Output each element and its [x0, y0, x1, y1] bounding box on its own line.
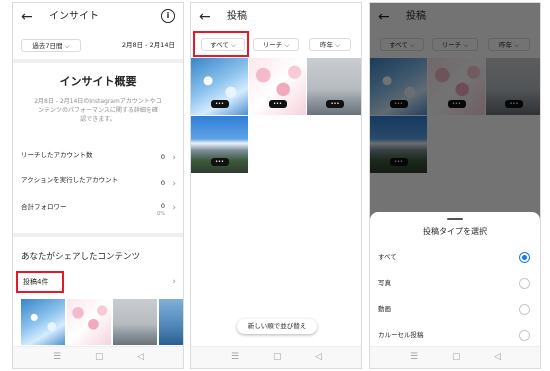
nav-menu-icon[interactable]: ☰ [231, 351, 239, 363]
header: ← 投稿 [191, 3, 361, 33]
nav-home-icon[interactable]: ▢ [95, 351, 104, 363]
radio-icon[interactable] [519, 304, 530, 315]
nav-back-icon[interactable]: ◁ [494, 351, 501, 363]
chevron-right-icon: › [172, 179, 176, 189]
period-label: 過去7日間 [32, 42, 63, 50]
posts-screen: ← 投稿 すべて ⌵ リーチ ⌵ 昨年 ⌵ ••• ••• ••• ••• 新し… [190, 2, 362, 369]
chevron-down-icon: ⌵ [284, 41, 290, 49]
option-label: 写真 [378, 279, 391, 287]
date-range: 2月8日 - 2月14日 [121, 41, 175, 49]
metric-label: アクションを実行したアカウント [21, 176, 119, 184]
nav-menu-icon[interactable]: ☰ [53, 351, 61, 363]
post-badge: ••• [210, 100, 229, 108]
system-nav-bar: ☰ ▢ ◁ [370, 346, 540, 368]
post-thumbnail[interactable] [159, 299, 183, 345]
overview-desc-line: 2月8日 - 2月14日のInstagramアカウントやコ [34, 98, 162, 105]
filter-reach-button[interactable]: リーチ ⌵ [253, 38, 299, 51]
metric-value: 0 [160, 153, 165, 161]
insights-screen: ← インサイト i 過去7日間 ⌵ 2月8日 - 2月14日 インサイト概要 2… [12, 2, 184, 369]
overview-desc-line: 認できます。 [80, 116, 116, 123]
nav-home-icon[interactable]: ▢ [273, 351, 282, 363]
post-type-sheet-screen: ← 投稿 すべて ⌵ リーチ ⌵ 昨年 ⌵ ••• ••• ••• ••• 投稿… [369, 2, 541, 369]
filter-period-button[interactable]: 昨年 ⌵ [309, 38, 351, 51]
metric-change: 0% [157, 211, 165, 217]
option-label: すべて [378, 253, 397, 261]
metric-value: 0 [160, 202, 165, 210]
radio-selected-icon[interactable] [519, 252, 530, 263]
info-icon[interactable]: i [161, 9, 175, 23]
divider [13, 233, 183, 237]
post-thumbnail[interactable] [113, 299, 157, 345]
post-thumbnail[interactable]: ••• [249, 58, 306, 115]
radio-icon[interactable] [519, 330, 530, 341]
overview-description: 2月8日 - 2月14日のInstagramアカウントやコ ンテンツのパフォーマ… [23, 97, 173, 124]
back-arrow-icon[interactable]: ← [199, 9, 211, 25]
option-label: 動画 [378, 305, 391, 313]
highlight-box [16, 271, 64, 293]
nav-back-icon[interactable]: ◁ [137, 351, 144, 363]
post-thumbnail[interactable] [67, 299, 111, 345]
period-dropdown[interactable]: 過去7日間 ⌵ [21, 39, 81, 52]
sort-button[interactable]: 新しい順で並び替え [237, 319, 317, 334]
nav-back-icon[interactable]: ◁ [315, 351, 322, 363]
chevron-down-icon: ⌵ [64, 42, 70, 50]
back-arrow-icon[interactable]: ← [21, 9, 33, 25]
post-badge: ••• [268, 100, 287, 108]
post-thumbnail[interactable]: ••• [307, 58, 361, 115]
sheet-drag-handle[interactable] [447, 218, 463, 220]
option-label: カルーセル投稿 [378, 331, 424, 339]
chevron-right-icon: › [172, 277, 176, 287]
metric-label: リーチしたアカウント数 [21, 151, 93, 159]
divider [13, 59, 183, 63]
post-badge: ••• [326, 100, 344, 108]
filter-label: リーチ [262, 41, 283, 49]
filter-label: 昨年 [319, 41, 333, 49]
sheet-title: 投稿タイプを選択 [423, 227, 487, 236]
post-thumbnail[interactable]: ••• [191, 116, 248, 173]
post-thumbnail[interactable]: ••• [191, 58, 248, 115]
highlight-box [193, 31, 249, 57]
overview-title: インサイト概要 [59, 75, 137, 88]
metric-label: 合計フォロワー [21, 203, 67, 211]
radio-icon[interactable] [519, 278, 530, 289]
system-nav-bar: ☰ ▢ ◁ [13, 346, 183, 368]
nav-home-icon[interactable]: ▢ [452, 351, 461, 363]
chevron-right-icon: › [172, 153, 176, 163]
overview-desc-line: ンテンツのパフォーマンスに関する詳細を確 [38, 107, 158, 114]
chevron-down-icon: ⌵ [335, 41, 340, 49]
post-badge: ••• [210, 158, 229, 166]
system-nav-bar: ☰ ▢ ◁ [191, 346, 361, 368]
chevron-right-icon: › [172, 203, 176, 213]
header: ← インサイト i [13, 3, 183, 33]
post-thumbnail[interactable] [21, 299, 65, 345]
page-title: 投稿 [227, 11, 247, 22]
post-type-bottom-sheet: 投稿タイプを選択 すべて 写真 動画 カルーセル投稿 [370, 212, 540, 346]
nav-menu-icon[interactable]: ☰ [410, 351, 418, 363]
shared-content-heading: あなたがシェアしたコンテンツ [21, 252, 141, 262]
page-title: インサイト [49, 11, 99, 22]
metric-value: 0 [160, 179, 165, 187]
